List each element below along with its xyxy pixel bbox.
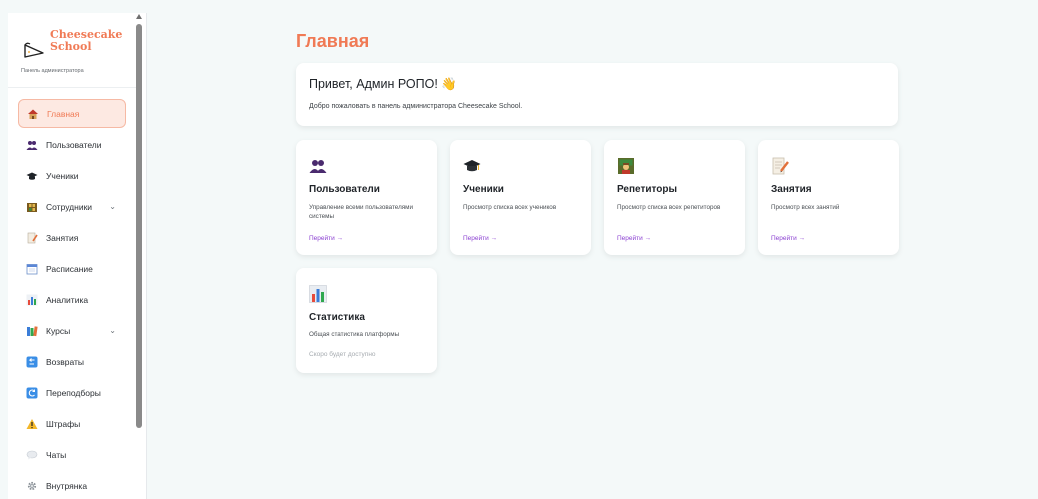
tutor-icon xyxy=(618,158,634,174)
welcome-title: Привет, Админ РОПО! 👋 xyxy=(309,77,457,91)
sidebar-item-label: Внутрянка xyxy=(46,480,88,491)
brand-subtitle: Панель администратора xyxy=(21,68,84,74)
sidebar-item-staff[interactable]: Сотрудники ⌄ xyxy=(18,192,126,221)
sidebar-item-label: Занятия xyxy=(46,232,79,243)
sidebar-item-label: Курсы xyxy=(46,325,71,336)
sidebar-item-label: Ученики xyxy=(46,170,79,181)
brand-name-line2: School xyxy=(50,40,92,53)
sidebar-item-home[interactable]: Главная xyxy=(18,99,126,128)
card-title: Занятия xyxy=(771,184,812,195)
sidebar-item-lessons[interactable]: Занятия xyxy=(18,223,126,252)
memo-icon xyxy=(772,157,789,175)
go-link[interactable]: Перейти → xyxy=(309,235,343,242)
books-icon xyxy=(26,325,38,337)
sidebar-item-courses[interactable]: Курсы ⌄ xyxy=(18,316,126,345)
go-link[interactable]: Перейти → xyxy=(463,235,497,242)
sidebar-item-reassign[interactable]: Переподборы xyxy=(18,378,126,407)
card-description: Просмотр списка всех репетиторов xyxy=(617,204,721,211)
calendar-icon xyxy=(26,263,38,275)
sidebar-item-analytics[interactable]: Аналитика xyxy=(18,285,126,314)
graduation-cap-icon xyxy=(463,160,481,172)
sidebar-item-label: Чаты xyxy=(46,449,67,460)
card-description: Просмотр списка всех учеников xyxy=(463,204,557,211)
scrollbar-thumb[interactable] xyxy=(136,24,142,428)
warning-icon xyxy=(26,418,38,430)
sidebar-item-fines[interactable]: Штрафы xyxy=(18,409,126,438)
bar-chart-icon xyxy=(26,294,38,306)
card-users[interactable]: Пользователи Управление всеми пользовате… xyxy=(296,140,437,255)
sidebar-item-label: Главная xyxy=(47,108,80,119)
go-link[interactable]: Перейти → xyxy=(617,235,651,242)
chevron-down-icon[interactable]: ⌄ xyxy=(109,326,116,335)
card-statistics: Статистика Общая статистика платформы Ск… xyxy=(296,268,437,373)
coming-soon-label: Скоро будет доступно xyxy=(309,351,376,358)
card-students[interactable]: Ученики Просмотр списка всех учеников Пе… xyxy=(450,140,591,255)
card-title: Репетиторы xyxy=(617,184,678,195)
app: Cheesecake School Панель администратора … xyxy=(0,0,1038,499)
card-title: Пользователи xyxy=(309,184,380,195)
bar-chart-icon xyxy=(309,285,327,303)
welcome-card: Привет, Админ РОПО! 👋 Добро пожаловать в… xyxy=(296,63,898,126)
sidebar-item-refunds[interactable]: Возвраты xyxy=(18,347,126,376)
sidebar-item-label: Расписание xyxy=(46,263,93,274)
go-link[interactable]: Перейти → xyxy=(771,235,805,242)
card-description: Общая статистика платформы xyxy=(309,331,400,338)
users-icon xyxy=(26,139,38,151)
card-tutors[interactable]: Репетиторы Просмотр списка всех репетито… xyxy=(604,140,745,255)
sidebar-item-label: Штрафы xyxy=(46,418,81,429)
sidebar-item-label: Переподборы xyxy=(46,387,101,398)
card-title: Статистика xyxy=(309,312,365,323)
page-title: Главная xyxy=(296,31,370,51)
brand-name: Cheesecake School xyxy=(50,29,122,53)
return-icon xyxy=(26,356,38,368)
card-description: Управление всеми пользователями системы xyxy=(309,204,413,220)
welcome-text: Добро пожаловать в панель администратора… xyxy=(309,103,523,110)
scrollbar-up-arrow[interactable] xyxy=(136,14,142,19)
sidebar-item-chats[interactable]: Чаты xyxy=(18,440,126,469)
chevron-down-icon[interactable]: ⌄ xyxy=(109,202,116,211)
graduation-cap-icon xyxy=(26,170,38,182)
card-description: Просмотр всех занятий xyxy=(771,204,840,211)
staff-icon xyxy=(26,201,38,213)
sidebar-item-label: Аналитика xyxy=(46,294,89,305)
cheesecake-logo-icon xyxy=(24,42,44,58)
sidebar-item-label: Пользователи xyxy=(46,139,102,150)
brand[interactable]: Cheesecake School xyxy=(21,27,133,67)
sidebar: Cheesecake School Панель администратора … xyxy=(8,13,147,499)
sidebar-item-students[interactable]: Ученики xyxy=(18,161,126,190)
divider xyxy=(8,87,138,88)
reassign-icon xyxy=(26,387,38,399)
memo-icon xyxy=(26,232,38,244)
chat-icon xyxy=(26,449,38,461)
sidebar-item-label: Возвраты xyxy=(46,356,84,367)
sidebar-item-users[interactable]: Пользователи xyxy=(18,130,126,159)
sidebar-item-internal[interactable]: Внутрянка xyxy=(18,471,126,499)
house-icon xyxy=(27,108,39,120)
sidebar-item-schedule[interactable]: Расписание xyxy=(18,254,126,283)
users-icon xyxy=(309,160,327,173)
card-lessons[interactable]: Занятия Просмотр всех занятий Перейти → xyxy=(758,140,899,255)
gear-icon xyxy=(26,480,38,492)
card-title: Ученики xyxy=(463,184,504,195)
sidebar-item-label: Сотрудники xyxy=(46,201,93,212)
